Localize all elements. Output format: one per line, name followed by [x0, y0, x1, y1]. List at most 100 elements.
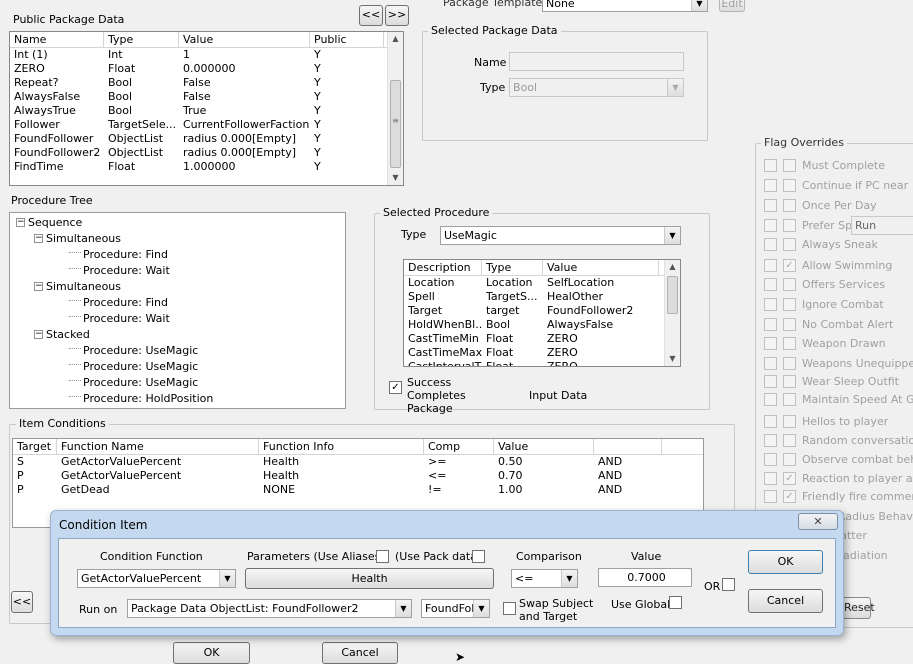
table-row[interactable]: FindTime Float 1.000000 Y — [10, 160, 403, 174]
use-pack-data-checkbox[interactable] — [472, 550, 485, 563]
flag-override-checkbox[interactable] — [764, 158, 777, 172]
flag-override-checkbox[interactable] — [764, 178, 777, 192]
flag-item[interactable]: Wear Sleep Outfit — [764, 373, 899, 389]
ok-button[interactable]: OK — [173, 642, 250, 664]
flag-item[interactable]: Observe combat behavior — [764, 451, 913, 467]
flag-override-checkbox[interactable] — [764, 258, 777, 272]
tree-node[interactable]: − Stacked — [14, 327, 345, 343]
or-checkbox[interactable] — [722, 578, 735, 591]
flag-item[interactable]: ✓ Friendly fire comments — [764, 488, 913, 504]
flag-value-checkbox[interactable] — [783, 452, 796, 466]
flag-value-checkbox[interactable] — [783, 392, 796, 406]
flag-item[interactable]: Maintain Speed At Goal — [764, 391, 913, 407]
flag-item[interactable]: Random conversations — [764, 432, 913, 448]
column-header[interactable]: Description — [404, 260, 482, 275]
prev-package-button[interactable]: << — [359, 5, 383, 26]
run-on-select[interactable]: Package Data ObjectList: FoundFollower2 ▼ — [127, 599, 412, 618]
flag-value-checkbox[interactable] — [783, 198, 796, 212]
flag-item[interactable]: Always Sneak — [764, 236, 878, 252]
collapse-icon[interactable]: − — [16, 217, 25, 227]
flag-item[interactable]: Ignore Combat — [764, 296, 884, 312]
flag-value-checkbox[interactable] — [783, 158, 796, 172]
table-row[interactable]: Int (1) Int 1 Y — [10, 48, 403, 62]
dialog-cancel-button[interactable]: Cancel — [748, 589, 823, 613]
collapse-icon[interactable]: − — [34, 281, 43, 291]
tree-node[interactable]: − Sequence — [14, 215, 345, 231]
condition-function-select[interactable]: GetActorValuePercent ▼ — [77, 569, 236, 588]
flag-override-checkbox[interactable] — [764, 489, 777, 503]
tree-node[interactable]: Procedure: UseMagic — [14, 375, 345, 391]
flag-value-checkbox[interactable] — [783, 297, 796, 311]
column-header[interactable]: Public — [310, 32, 384, 47]
table-row[interactable]: P GetActorValuePercent Health <= 0.70 AND — [13, 469, 703, 483]
vertical-scrollbar[interactable]: ▲ ▼ — [664, 260, 680, 366]
table-row[interactable]: Repeat? Bool False Y — [10, 76, 403, 90]
scroll-up-icon[interactable]: ▲ — [665, 260, 680, 274]
flag-item[interactable]: Weapons Unequipped — [764, 355, 913, 371]
table-row[interactable]: AlwaysTrue Bool True Y — [10, 104, 403, 118]
flag-item[interactable]: Must Complete — [764, 157, 885, 173]
flag-value-checkbox[interactable]: ✓ — [783, 489, 796, 503]
flag-item[interactable]: Offers Services — [764, 276, 885, 292]
scroll-up-icon[interactable]: ▲ — [388, 32, 403, 46]
flag-override-checkbox[interactable] — [764, 374, 777, 388]
flag-item[interactable]: ✓ Allow Swimming — [764, 257, 892, 273]
flag-value-checkbox[interactable] — [783, 356, 796, 370]
tree-node[interactable]: Procedure: Find — [14, 247, 345, 263]
tree-node[interactable]: Procedure: Wait — [14, 311, 345, 327]
table-row[interactable]: S GetActorValuePercent Health >= 0.50 AND — [13, 455, 703, 469]
package-template-select[interactable]: None ▼ — [542, 0, 708, 12]
package-data-type-select[interactable]: Bool ▼ — [509, 78, 684, 97]
flag-override-checkbox[interactable] — [764, 317, 777, 331]
scroll-thumb[interactable] — [667, 276, 678, 314]
tree-node[interactable]: − Simultaneous — [14, 279, 345, 295]
dialog-close-button[interactable]: ✕ — [798, 513, 838, 530]
column-header[interactable]: Type — [482, 260, 543, 275]
table-row[interactable]: FoundFollower ObjectList radius 0.000[Empt… — [10, 132, 403, 146]
tree-node[interactable]: Procedure: HoldPosition — [14, 391, 345, 407]
flag-value-checkbox[interactable] — [783, 218, 796, 232]
flag-override-checkbox[interactable] — [764, 198, 777, 212]
flag-item[interactable]: No Combat Alert — [764, 316, 893, 332]
parameter-button[interactable]: Health — [245, 568, 494, 589]
flag-value-checkbox[interactable] — [783, 414, 796, 428]
tree-node[interactable]: Procedure: UseMagic — [14, 359, 345, 375]
prefer-speed-select[interactable]: Run — [851, 216, 913, 235]
use-aliases-checkbox[interactable] — [376, 550, 389, 563]
column-header[interactable]: Function Info — [259, 439, 424, 454]
flag-value-checkbox[interactable] — [783, 374, 796, 388]
table-row[interactable]: AlwaysFalse Bool False Y — [10, 90, 403, 104]
procedure-input-list[interactable]: Description Type Value Location Location Sel… — [403, 259, 681, 367]
flag-value-checkbox[interactable]: ✓ — [783, 258, 796, 272]
dialog-ok-button[interactable]: OK — [748, 550, 823, 574]
column-header[interactable]: Value — [494, 439, 594, 454]
flag-value-checkbox[interactable] — [783, 433, 796, 447]
flag-value-checkbox[interactable] — [783, 317, 796, 331]
column-header[interactable] — [594, 439, 662, 454]
table-row[interactable]: Target target FoundFollower2 — [404, 304, 680, 318]
flag-value-checkbox[interactable] — [783, 336, 796, 350]
table-row[interactable]: HoldWhenBl... Bool AlwaysFalse — [404, 318, 680, 332]
column-header[interactable]: Name — [10, 32, 104, 47]
flag-value-checkbox[interactable] — [783, 178, 796, 192]
flag-override-checkbox[interactable] — [764, 277, 777, 291]
column-header[interactable]: Value — [179, 32, 310, 47]
scroll-thumb[interactable]: ≡ — [390, 80, 401, 168]
collapse-icon[interactable]: − — [34, 233, 43, 243]
name-field[interactable] — [509, 52, 684, 71]
table-row[interactable]: FoundFollower2 ObjectList radius 0.000[Emp… — [10, 146, 403, 160]
public-package-data-list[interactable]: Name Type Value Public Int (1) Int 1 Y ZERO Floa… — [9, 31, 404, 186]
use-global-checkbox[interactable] — [669, 596, 682, 609]
table-row[interactable]: P GetDead NONE != 1.00 AND — [13, 483, 703, 497]
flag-override-checkbox[interactable] — [764, 471, 777, 485]
column-header[interactable]: Comp — [424, 439, 494, 454]
flag-override-checkbox[interactable] — [764, 218, 777, 232]
flag-item[interactable]: ✓ Reaction to player actions — [764, 470, 913, 486]
edit-template-button[interactable]: Edit — [719, 0, 745, 12]
tree-node[interactable]: − Simultaneous — [14, 231, 345, 247]
flag-item[interactable]: Once Per Day — [764, 197, 877, 213]
table-row[interactable]: Location Location SelfLocation — [404, 276, 680, 290]
swap-subject-checkbox[interactable] — [503, 602, 516, 615]
collapse-icon[interactable]: − — [34, 329, 43, 339]
flag-item[interactable]: Continue if PC near — [764, 177, 908, 193]
